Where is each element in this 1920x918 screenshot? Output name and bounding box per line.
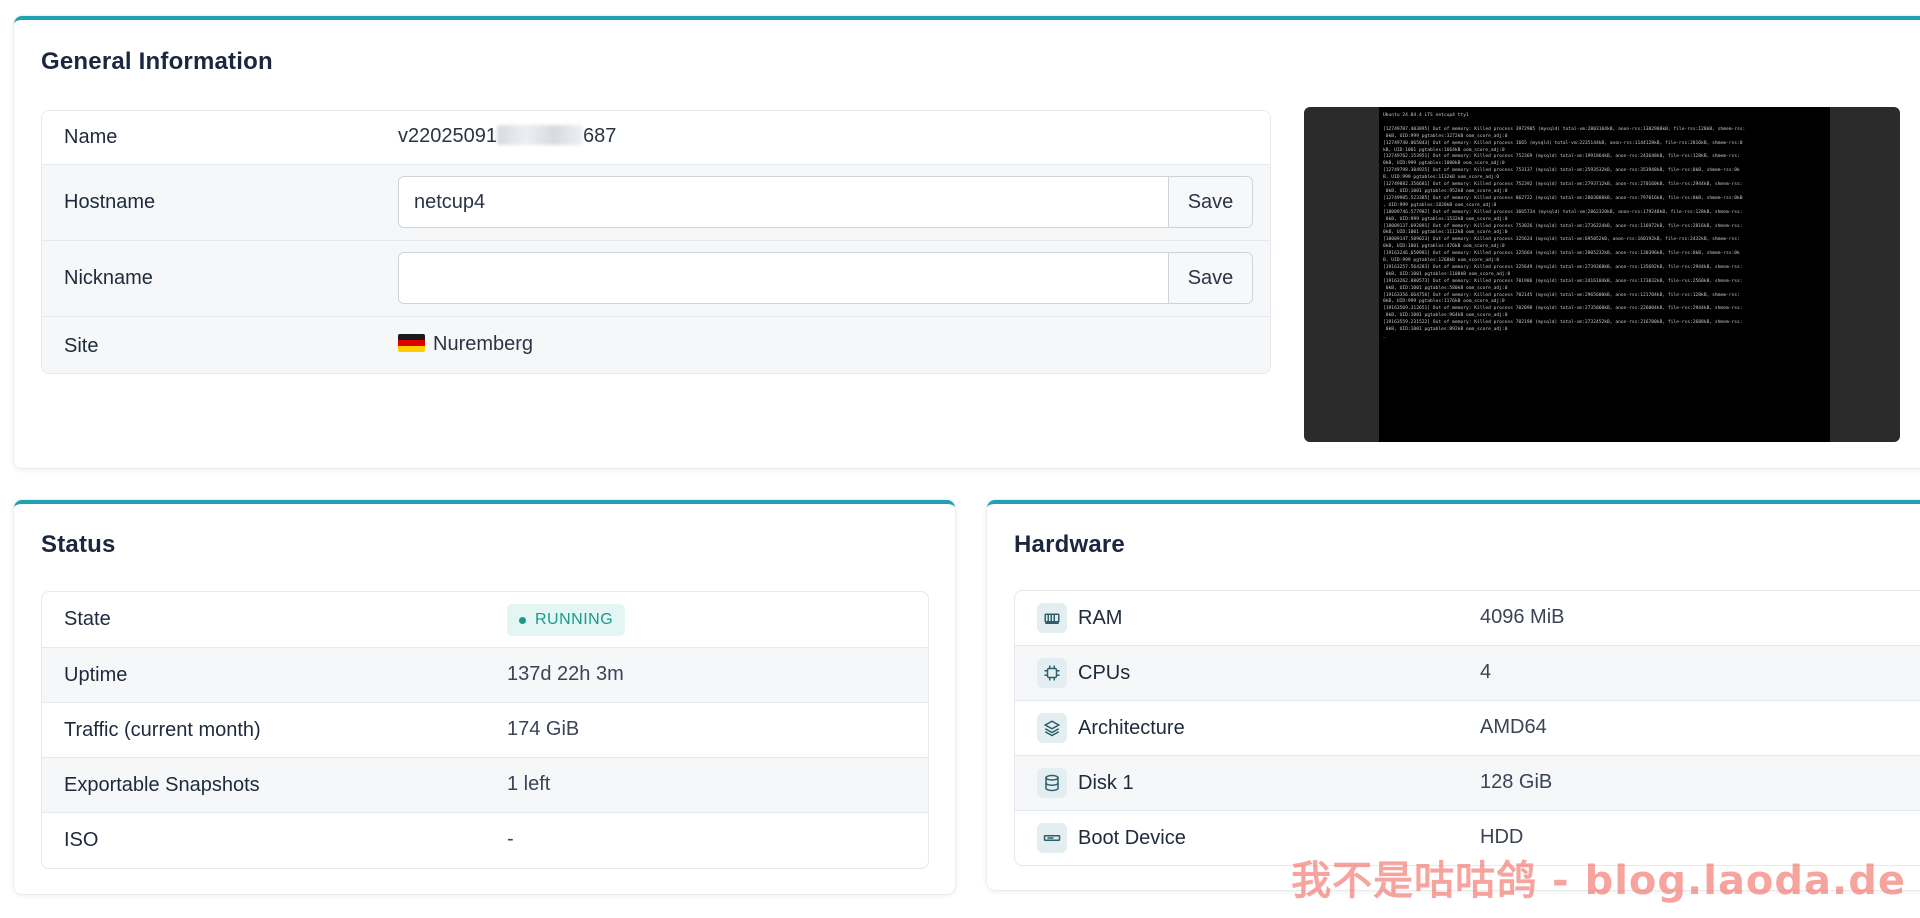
cpus-row: CPUs 4	[1015, 646, 1920, 701]
console-line: Ubuntu 24.04.4 LTS netcup4 tty1	[1383, 113, 1469, 118]
uptime-row: Uptime 137d 22h 3m	[42, 648, 928, 703]
console-line: [12749905.523385] Out of memory: Killed …	[1383, 195, 1743, 201]
site-label: Site	[64, 334, 99, 357]
console-preview[interactable]: Ubuntu 24.04.4 LTS netcup4 tty1 [1274970…	[1304, 107, 1900, 442]
console-line: [19163262.880573] Out of memory: Killed …	[1383, 278, 1743, 284]
console-line: [19163257.564283] Out of memory: Killed …	[1383, 264, 1743, 270]
console-line: [12749707.403895] Out of memory: Killed …	[1383, 126, 1746, 132]
architecture-value: AMD64	[1480, 716, 1547, 738]
iso-value: -	[507, 828, 514, 850]
general-information-title: General Information	[41, 48, 273, 75]
cpus-label: CPUs	[1078, 661, 1131, 684]
cpu-icon	[1037, 658, 1067, 688]
watermark: 我不是咕咕鸽 - blog.laoda.de	[1291, 858, 1906, 904]
disk-label: Disk 1	[1078, 771, 1134, 794]
database-icon	[1037, 768, 1067, 798]
memory-icon	[1037, 603, 1067, 633]
boot-device-label: Boot Device	[1078, 827, 1186, 849]
disk-row: Disk 1 128 GiB	[1015, 756, 1920, 811]
ram-row: RAM 4096 MiB	[1015, 591, 1920, 646]
hardware-title: Hardware	[1014, 531, 1125, 558]
console-line: 0kB, UID:1001 pgtables:892kB oom_score_a…	[1383, 327, 1508, 333]
console-line: 0kB, UID:1001 pgtables:952kB oom_score_a…	[1383, 188, 1508, 194]
console-line: 0kB, UID:999 pgtables:3272kB oom_score_a…	[1383, 133, 1508, 139]
status-table: State RUNNING Uptime 137d 22h 3m Traffic…	[41, 591, 929, 869]
traffic-value: 174 GiB	[507, 718, 580, 740]
ram-value: 4096 MiB	[1480, 606, 1565, 628]
hostname-label: Hostname	[64, 191, 156, 213]
nickname-input[interactable]	[399, 253, 1168, 303]
hardware-table: RAM 4096 MiB CPUs 4 Architecture AMD64 D…	[1014, 590, 1920, 866]
state-row: State RUNNING	[42, 592, 928, 648]
cpus-value: 4	[1480, 661, 1492, 683]
nickname-label: Nickname	[64, 267, 153, 289]
console-line: _	[1383, 334, 1386, 339]
nickname-save-button[interactable]: Save	[1168, 253, 1252, 303]
site-name: Nuremberg	[433, 333, 534, 355]
hostname-input-group: Save	[398, 176, 1253, 228]
disk-value: 128 GiB	[1480, 771, 1553, 793]
architecture-label: Architecture	[1078, 716, 1185, 739]
germany-flag-icon	[398, 333, 425, 352]
snapshots-row: Exportable Snapshots 1 left	[42, 758, 928, 813]
console-screen: Ubuntu 24.04.4 LTS netcup4 tty1 [1274970…	[1379, 107, 1830, 442]
hostname-save-button[interactable]: Save	[1168, 177, 1252, 227]
name-value-prefix: v22025091	[398, 125, 497, 147]
general-information-table: Name v22025091 687 Hostname Save Nickname…	[41, 110, 1271, 374]
layers-icon	[1037, 713, 1067, 743]
state-label: State	[64, 608, 111, 630]
uptime-label: Uptime	[64, 663, 128, 686]
console-line: 0kB, UID:1001 pgtables:1108kB oom_score_…	[1383, 271, 1511, 277]
nickname-row: Nickname Save	[42, 241, 1270, 317]
traffic-row: Traffic (current month) 174 GiB	[42, 703, 928, 758]
console-line: [18009746.577982] Out of memory: Killed …	[1383, 209, 1743, 215]
ram-label: RAM	[1078, 606, 1123, 629]
architecture-row: Architecture AMD64	[1015, 701, 1920, 756]
console-line: [12749740.065043] Out of memory: Killed …	[1383, 140, 1743, 146]
iso-row: ISO -	[42, 813, 928, 868]
hostname-row: Hostname Save	[42, 165, 1270, 241]
console-line: [12749882.356681] Out of memory: Killed …	[1383, 182, 1743, 188]
name-value-suffix: 687	[582, 125, 617, 147]
console-line: [19163246.650981] Out of memory: Killed …	[1383, 251, 1740, 257]
name-row: Name v22025091 687	[42, 111, 1270, 165]
uptime-value: 137d 22h 3m	[507, 663, 624, 685]
running-status-badge: RUNNING	[507, 604, 626, 636]
console-line: 0kB, UID:1001 pgtables:580kB oom_score_a…	[1383, 285, 1508, 291]
drive-icon	[1037, 823, 1067, 853]
console-line: , UID:999 pgtables:1820kB oom_score_adj:…	[1383, 202, 1497, 208]
name-value: v22025091 687	[398, 124, 617, 148]
boot-device-value: HDD	[1480, 826, 1524, 848]
traffic-label: Traffic (current month)	[64, 718, 261, 741]
nickname-input-group: Save	[398, 252, 1253, 304]
console-line: B, UID:999 pgtables:1268kB oom_score_adj…	[1383, 258, 1500, 264]
redacted-blur	[496, 124, 583, 145]
snapshots-label: Exportable Snapshots	[64, 773, 260, 796]
site-value: Nuremberg	[398, 333, 533, 356]
console-line: 0kB, UID:999 pgtables:1532kB oom_score_a…	[1383, 216, 1508, 222]
iso-label: ISO	[64, 829, 99, 851]
site-row: Site Nuremberg	[42, 317, 1270, 373]
status-title: Status	[41, 531, 116, 558]
hostname-input[interactable]	[399, 177, 1168, 227]
status-card: Status State RUNNING Uptime 137d 22h 3m …	[14, 500, 955, 894]
snapshots-value: 1 left	[507, 773, 551, 795]
name-label: Name	[64, 126, 118, 148]
hardware-card: Hardware RAM 4096 MiB CPUs 4 Architectur…	[987, 500, 1920, 890]
